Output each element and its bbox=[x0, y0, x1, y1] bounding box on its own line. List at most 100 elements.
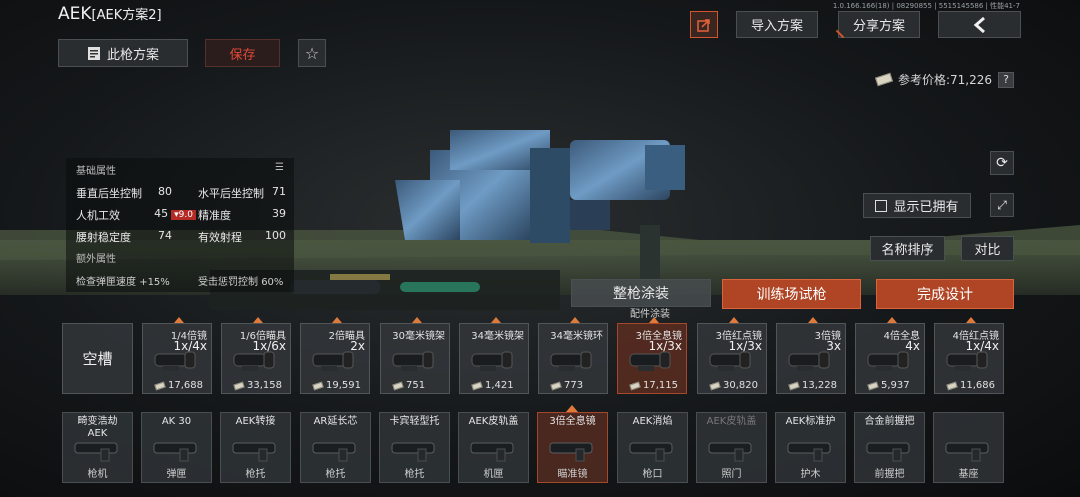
compare-button[interactable]: 对比 bbox=[961, 236, 1014, 261]
part-slot-card[interactable]: 合金前握把 前握把 bbox=[854, 412, 925, 483]
ergonomics-delta-badge: ▾9.0 bbox=[171, 210, 196, 220]
expand-icon: ⤢ bbox=[997, 197, 1007, 212]
price-value: 71,226 bbox=[950, 72, 992, 87]
part-slot-label: 前握把 bbox=[874, 469, 905, 480]
option-price: 19,591 bbox=[312, 380, 361, 391]
option-price: 13,228 bbox=[788, 380, 837, 391]
part-name: AEK消焰 bbox=[632, 416, 673, 427]
scope-option-card[interactable]: 1/4倍镜 1x/4x 17,688 bbox=[142, 317, 212, 394]
part-slot-card[interactable]: 卡宾轻型托 枪托 bbox=[379, 412, 450, 483]
part-name: AEK皮轨盖 bbox=[468, 416, 519, 427]
rifle-icon bbox=[74, 442, 118, 462]
favorite-button[interactable]: ☆ bbox=[298, 39, 326, 67]
document-icon bbox=[87, 46, 100, 60]
scope-option-card[interactable]: 3倍全息镜 1x/3x 17,115 bbox=[617, 317, 687, 394]
option-price: 17,115 bbox=[629, 380, 678, 391]
magazine-icon bbox=[153, 442, 197, 462]
attr-effective-range: 有效射程 100 bbox=[198, 229, 286, 244]
mount-icon bbox=[392, 351, 434, 371]
option-price: 773 bbox=[550, 380, 583, 391]
cash-icon bbox=[392, 381, 404, 390]
share-plan-button[interactable]: 分享方案 bbox=[838, 11, 920, 38]
cash-icon bbox=[946, 381, 958, 390]
part-slot-card[interactable]: 3倍全息镜瞄准镜 bbox=[537, 412, 608, 483]
scope-option-card[interactable]: 4倍红点镜 1x/4x 11,686 bbox=[934, 317, 1004, 394]
red-dot-icon bbox=[946, 351, 988, 371]
scope-option-card[interactable]: 3倍红点镜 1x/3x 30,820 bbox=[697, 317, 767, 394]
attributes-header: 基础属性 ☰ bbox=[66, 158, 294, 181]
part-slot-card[interactable]: 畸变浩劫 AEK 枪机 bbox=[62, 412, 133, 483]
scope-option-card[interactable]: 30毫米镜架 751 bbox=[380, 317, 450, 394]
this-gun-plan-button[interactable]: 此枪方案 bbox=[58, 39, 188, 67]
new-marker bbox=[966, 317, 976, 323]
new-marker bbox=[253, 317, 263, 323]
cash-icon bbox=[550, 381, 562, 390]
rotate-view-button[interactable]: ⟳ bbox=[990, 151, 1014, 175]
checkbox-icon bbox=[875, 199, 888, 212]
option-price: 751 bbox=[392, 380, 425, 391]
part-name: 合金前握把 bbox=[864, 416, 915, 427]
part-slot-label: 护木 bbox=[800, 469, 821, 480]
version-text: 1.0.166.166(18) | 08290855 | 5515145586 … bbox=[832, 2, 1020, 10]
red-dot-icon bbox=[709, 351, 751, 371]
part-slot-card[interactable]: 基座 bbox=[933, 412, 1004, 483]
scope-option-card[interactable]: 3倍镜 3x 13,228 bbox=[776, 317, 846, 394]
mount-base-icon bbox=[945, 442, 989, 462]
part-slot-card[interactable]: AEK皮轨盖 照门 bbox=[696, 412, 767, 483]
part-name: AR延长芯 bbox=[313, 416, 358, 427]
scope-option-card[interactable]: 34毫米镜架 1,421 bbox=[459, 317, 529, 394]
option-price: 30,820 bbox=[709, 380, 758, 391]
plan-name: [AEK方案2] bbox=[91, 8, 162, 23]
holo-sight-icon bbox=[549, 442, 593, 462]
fullscreen-button[interactable]: ⤢ bbox=[990, 193, 1014, 217]
ring-mount-icon bbox=[550, 351, 592, 371]
share-icon-button[interactable] bbox=[690, 11, 718, 38]
list-icon[interactable]: ☰ bbox=[275, 162, 284, 177]
cash-icon bbox=[874, 72, 893, 87]
back-button[interactable] bbox=[938, 11, 1021, 38]
part-slot-card[interactable]: AEK消焰 枪口 bbox=[617, 412, 688, 483]
part-slot-card[interactable]: AEK标准护 护木 bbox=[775, 412, 846, 483]
cash-icon bbox=[867, 381, 879, 390]
rear-sight-icon bbox=[708, 442, 752, 462]
scope-option-card[interactable]: 2倍瞄具 2x 19,591 bbox=[300, 317, 370, 394]
part-name: AK 30 bbox=[161, 416, 192, 427]
part-slot-card[interactable]: AEK皮轨盖 机匣 bbox=[458, 412, 529, 483]
option-name: 34毫米镜环 bbox=[550, 331, 603, 342]
holo-sight-icon bbox=[867, 351, 909, 371]
scope-option-card[interactable]: 4倍全息 4x 5,937 bbox=[855, 317, 925, 394]
save-button[interactable]: 保存 bbox=[205, 39, 280, 67]
option-price: 1,421 bbox=[471, 380, 514, 391]
attr-vertical-recoil: 垂直后坐控制 80 bbox=[76, 185, 172, 200]
cash-icon bbox=[312, 381, 324, 390]
cash-icon bbox=[233, 381, 245, 390]
part-name: AEK标准护 bbox=[785, 416, 836, 427]
part-slot-card[interactable]: AK 30 弹匣 bbox=[141, 412, 212, 483]
weapon-paint-button[interactable]: 整枪涂装 bbox=[571, 279, 711, 307]
scope-option-card[interactable]: 1/6倍瞄具 1x/6x 33,158 bbox=[221, 317, 291, 394]
new-marker bbox=[174, 317, 184, 323]
sort-by-name-button[interactable]: 名称排序 bbox=[870, 236, 945, 261]
part-slot-card[interactable]: AEK转接 枪托 bbox=[220, 412, 291, 483]
this-gun-label: 此枪方案 bbox=[106, 47, 159, 63]
part-slot-label: 枪机 bbox=[87, 469, 108, 480]
empty-slot-option[interactable]: 空槽 bbox=[62, 323, 133, 394]
part-slot-label: 枪托 bbox=[325, 469, 346, 480]
attr-hit-penalty: 受击惩罚控制 60% bbox=[198, 277, 284, 288]
show-owned-toggle[interactable]: 显示已拥有 bbox=[863, 193, 971, 218]
attr-mag-check-speed: 检查弹匣速度 +15% bbox=[76, 277, 170, 288]
scope-option-card[interactable]: 34毫米镜环 773 bbox=[538, 317, 608, 394]
part-slot-label: 瞄准镜 bbox=[557, 469, 588, 480]
cash-icon bbox=[709, 381, 721, 390]
new-marker bbox=[412, 317, 422, 323]
part-name: AEK转接 bbox=[235, 416, 276, 427]
reference-price: 参考价格: 71,226 ? bbox=[874, 71, 1014, 88]
import-plan-button[interactable]: 导入方案 bbox=[736, 11, 818, 38]
test-range-button[interactable]: 训练场试枪 bbox=[722, 279, 861, 309]
attr-horizontal-recoil: 水平后坐控制 71 bbox=[198, 185, 286, 200]
help-button[interactable]: ? bbox=[998, 71, 1014, 88]
finish-design-button[interactable]: 完成设计 bbox=[876, 279, 1014, 309]
part-name: 3倍全息镜 bbox=[549, 416, 596, 427]
scope-icon bbox=[154, 351, 196, 371]
part-slot-card[interactable]: AR延长芯枪托 bbox=[300, 412, 371, 483]
